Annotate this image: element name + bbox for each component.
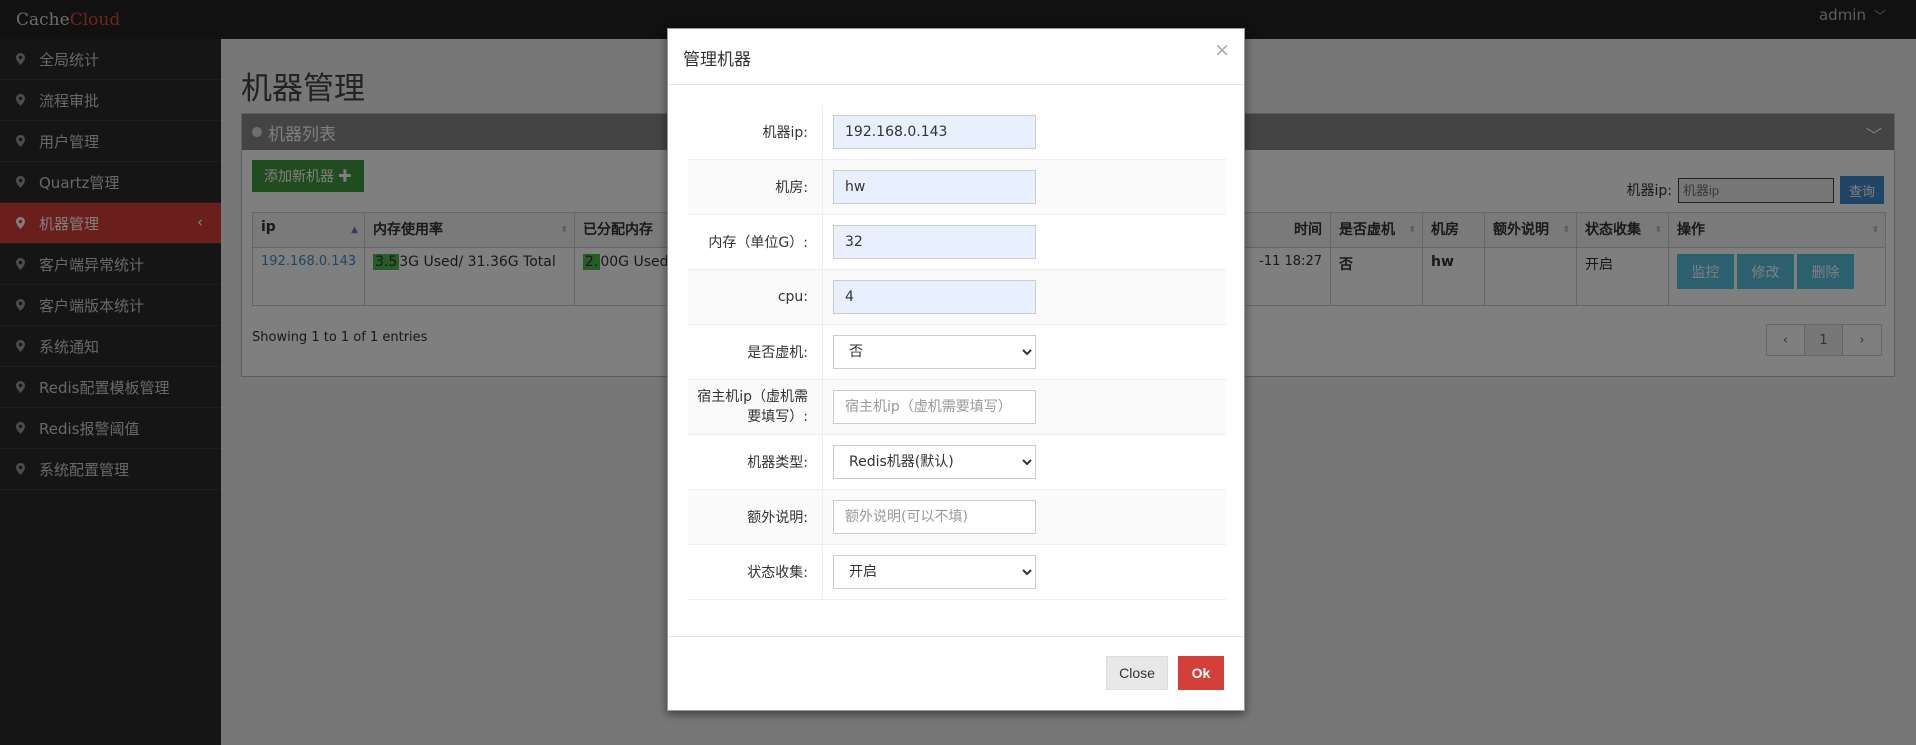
- cpu-input[interactable]: [833, 280, 1036, 314]
- machine-type-select[interactable]: Redis机器(默认): [833, 445, 1036, 479]
- form-row-collect: 状态收集: 开启: [688, 545, 1226, 600]
- extra-label: 额外说明:: [688, 490, 823, 544]
- room-input[interactable]: [833, 170, 1036, 204]
- close-button[interactable]: Close: [1106, 656, 1168, 690]
- vm-select[interactable]: 否: [833, 335, 1036, 369]
- vm-label: 是否虚机:: [688, 325, 823, 379]
- manage-machine-modal: 管理机器 × 机器ip: 机房: 内存（单位G）: cpu: 是否虚机: 否 宿…: [667, 28, 1245, 711]
- collect-select[interactable]: 开启: [833, 555, 1036, 589]
- form-row-cpu: cpu:: [688, 270, 1226, 325]
- type-label: 机器类型:: [688, 435, 823, 489]
- room-label: 机房:: [688, 160, 823, 214]
- ip-input[interactable]: [833, 115, 1036, 149]
- machine-form: 机器ip: 机房: 内存（单位G）: cpu: 是否虚机: 否 宿主机ip（虚机…: [688, 105, 1226, 600]
- host-ip-input[interactable]: [833, 390, 1036, 424]
- modal-title: 管理机器: [683, 50, 751, 70]
- form-row-vm: 是否虚机: 否: [688, 325, 1226, 380]
- ip-label: 机器ip:: [688, 105, 823, 159]
- cpu-label: cpu:: [688, 270, 823, 324]
- modal-header: 管理机器 ×: [668, 29, 1244, 85]
- ok-button[interactable]: Ok: [1178, 656, 1224, 690]
- mem-input[interactable]: [833, 225, 1036, 259]
- form-row-room: 机房:: [688, 160, 1226, 215]
- form-row-host-ip: 宿主机ip（虚机需要填写）:: [688, 380, 1226, 435]
- collect-label: 状态收集:: [688, 545, 823, 599]
- form-row-ip: 机器ip:: [688, 105, 1226, 160]
- form-row-mem: 内存（单位G）:: [688, 215, 1226, 270]
- extra-input[interactable]: [833, 500, 1036, 534]
- close-icon[interactable]: ×: [1214, 39, 1230, 61]
- form-row-extra: 额外说明:: [688, 490, 1226, 545]
- form-row-type: 机器类型: Redis机器(默认): [688, 435, 1226, 490]
- modal-footer: Close Ok: [668, 636, 1244, 710]
- host-ip-label: 宿主机ip（虚机需要填写）:: [688, 380, 823, 434]
- mem-label: 内存（单位G）:: [688, 215, 823, 269]
